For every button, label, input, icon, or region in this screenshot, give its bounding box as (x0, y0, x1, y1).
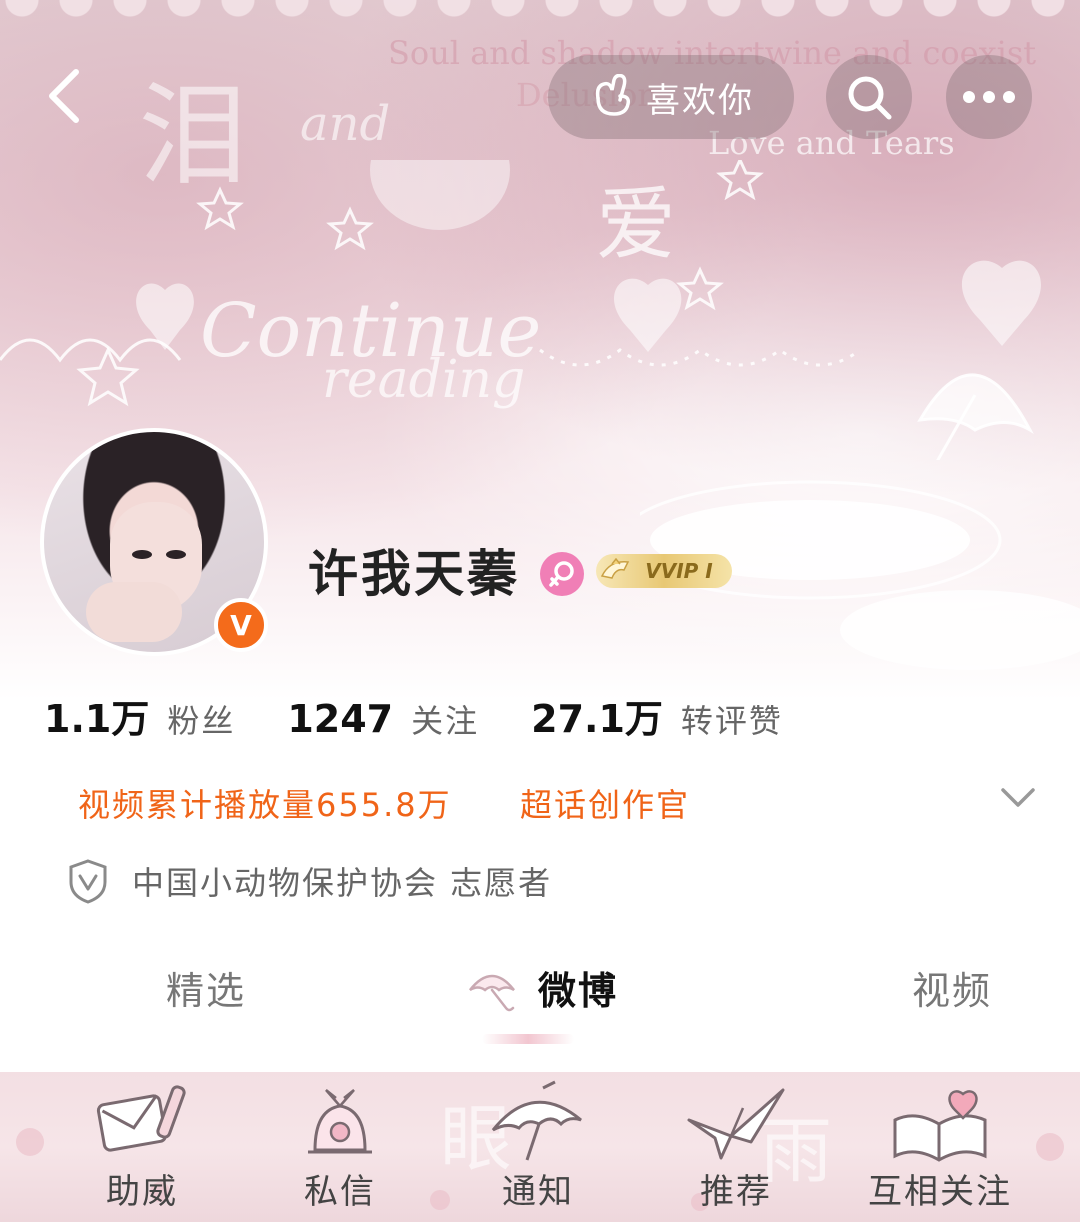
female-icon (549, 561, 574, 587)
search-icon (848, 76, 892, 120)
nav-label: 推荐 (700, 1172, 772, 1212)
nav-item-notifications[interactable]: 通知 (448, 1072, 628, 1222)
banner-and-text: and (300, 96, 391, 152)
shield-v-icon (69, 859, 107, 904)
vip-badge[interactable]: VVIP I (596, 554, 732, 588)
stat-number: 1.1万 (44, 697, 150, 741)
stat-label: 转评赞 (680, 702, 783, 740)
nav-label: 通知 (502, 1172, 574, 1212)
stat-fans[interactable]: 1.1万 粉丝 (44, 688, 235, 743)
chevron-down-icon[interactable] (1000, 786, 1036, 810)
paper-crane-icon (687, 1088, 785, 1160)
book-heart-icon (893, 1090, 987, 1162)
nav-label: 互相关注 (868, 1172, 1012, 1212)
nav-label: 助威 (106, 1172, 178, 1212)
stat-engagement[interactable]: 27.1万 转评赞 (531, 688, 783, 743)
chevron-left-icon (49, 69, 79, 123)
like-you-label: 喜欢你 (646, 80, 754, 121)
search-button[interactable] (826, 55, 912, 139)
stat-label: 粉丝 (167, 702, 236, 740)
username: 许我天蓁 (308, 545, 520, 603)
stats-row: 1.1万 粉丝 1247 关注 27.1万 转评赞 (44, 688, 835, 741)
stat-number: 27.1万 (531, 697, 663, 741)
nav-item-mutual-follow[interactable]: 互相关注 (850, 1072, 1030, 1222)
verified-badge: V (214, 598, 268, 652)
lace-border (0, 0, 1080, 22)
umbrella-icon (469, 974, 515, 1012)
super-topic-tag[interactable]: 超话创作官 (520, 780, 690, 826)
more-button[interactable] (946, 55, 1032, 139)
video-plays-tag[interactable]: 视频累计播放量655.8万 (78, 780, 452, 826)
tab-video[interactable]: 视频 (912, 960, 992, 1015)
umbrella-icon (491, 1080, 582, 1161)
envelope-pen-icon (96, 1085, 186, 1152)
bottom-nav-bar: 眼 雨 助威 私信 通知 推荐 互相关注 (0, 1072, 1080, 1222)
stat-following[interactable]: 1247 关注 (287, 696, 479, 742)
tab-weibo[interactable]: 微博 (538, 960, 618, 1015)
hand-heart-icon (595, 74, 631, 116)
like-you-button[interactable]: 喜欢你 (548, 55, 794, 139)
avatar-eye (132, 550, 152, 559)
bell-ribbon-icon (308, 1089, 372, 1154)
volunteer-text: 中国小动物保护协会 志愿者 (132, 864, 553, 902)
gender-badge (540, 552, 584, 596)
more-dots-icon (963, 91, 1015, 103)
nav-label: 私信 (304, 1172, 376, 1212)
stat-number: 1247 (287, 697, 394, 741)
nav-item-messages[interactable]: 私信 (250, 1072, 430, 1222)
stat-label: 关注 (411, 702, 480, 740)
nav-item-cheer[interactable]: 助威 (52, 1072, 232, 1222)
tab-indicator (482, 1034, 574, 1044)
tab-featured[interactable]: 精选 (166, 960, 246, 1015)
nav-item-recommend[interactable]: 推荐 (646, 1072, 826, 1222)
crown-wing-icon (600, 558, 630, 579)
volunteer-certification[interactable]: 中国小动物保护协会 志愿者 (68, 858, 552, 904)
banner-decoration (0, 160, 1041, 460)
achievement-tags: 视频累计播放量655.8万 超话创作官 (78, 780, 1038, 824)
back-button[interactable] (36, 64, 92, 128)
avatar-eye (166, 550, 186, 559)
avatar-hand (86, 582, 182, 642)
